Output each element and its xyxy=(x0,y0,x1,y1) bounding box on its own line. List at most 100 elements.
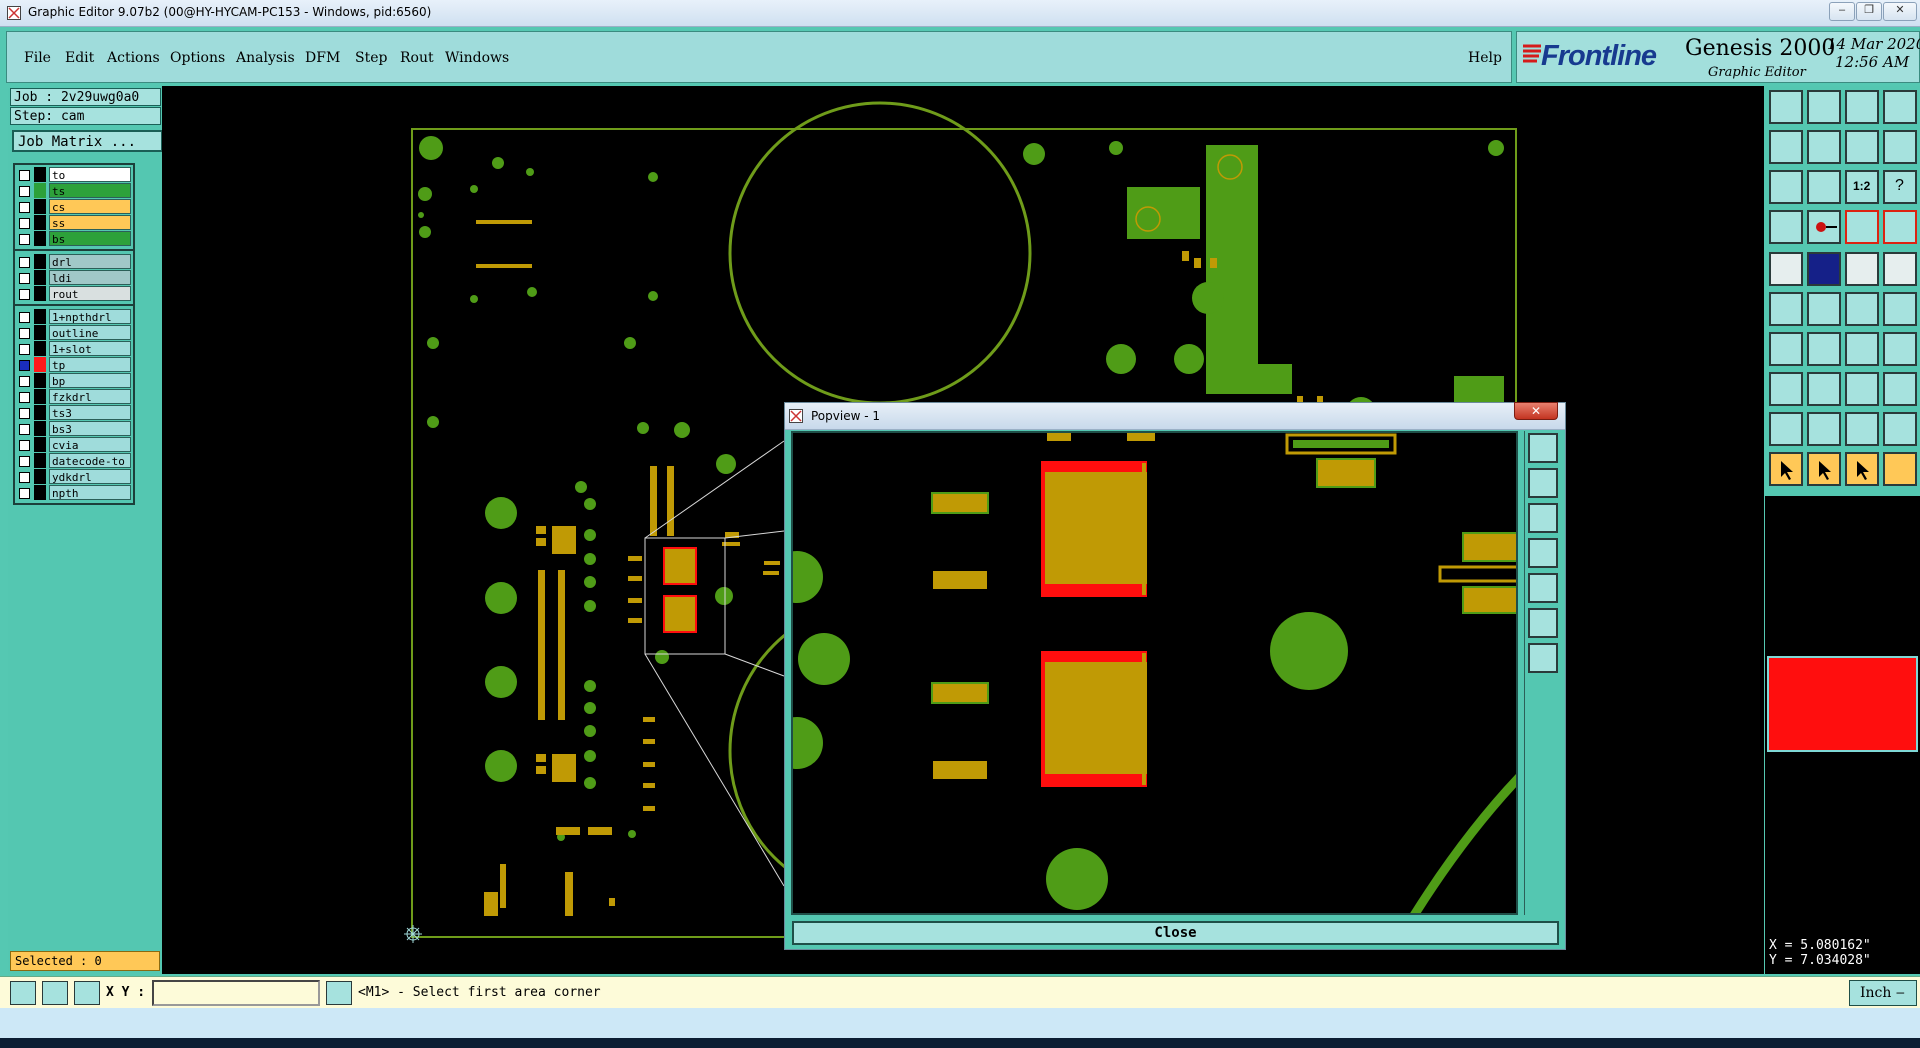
layer-row[interactable]: ss xyxy=(15,215,133,230)
tool-probe-icon[interactable] xyxy=(1807,210,1841,244)
tool-select-icon[interactable] xyxy=(1769,452,1803,486)
menu-rout[interactable]: Rout xyxy=(400,50,434,66)
layer-name[interactable]: npth xyxy=(49,485,131,500)
layer-checkbox[interactable] xyxy=(19,234,30,245)
layer-row[interactable]: bs3 xyxy=(15,421,133,436)
tool-window-icon[interactable] xyxy=(1883,90,1917,124)
layer-checkbox[interactable] xyxy=(19,392,30,403)
layer-row[interactable]: rout xyxy=(15,286,133,301)
layer-checkbox[interactable] xyxy=(19,218,30,229)
overview-map[interactable] xyxy=(1767,656,1918,752)
layer-checkbox[interactable] xyxy=(19,472,30,483)
layer-checkbox[interactable] xyxy=(19,360,30,371)
layer-name[interactable]: ldi xyxy=(49,270,131,285)
layer-checkbox[interactable] xyxy=(19,186,30,197)
popview-pan-left-icon[interactable] xyxy=(1528,538,1558,568)
menu-analysis[interactable]: Analysis xyxy=(236,50,295,66)
menu-edit[interactable]: Edit xyxy=(65,50,94,66)
layer-name[interactable]: datecode-to xyxy=(49,453,131,468)
tool-triangle3-icon[interactable] xyxy=(1845,412,1879,446)
layer-name[interactable]: to xyxy=(49,167,131,182)
tool-pan-left-icon[interactable] xyxy=(1769,130,1803,164)
layer-row[interactable]: tp xyxy=(15,357,133,372)
tool-net-icon[interactable] xyxy=(1845,210,1879,244)
minimize-button[interactable]: – xyxy=(1829,2,1855,21)
layer-name[interactable]: ts xyxy=(49,183,131,198)
layer-row[interactable]: cvia xyxy=(15,437,133,452)
popview-pan-right-icon[interactable] xyxy=(1528,573,1558,603)
tool-select-area-icon[interactable] xyxy=(1883,452,1917,486)
layer-name[interactable]: ts3 xyxy=(49,405,131,420)
layer-checkbox[interactable] xyxy=(19,488,30,499)
menu-dfm[interactable]: DFM xyxy=(305,50,340,66)
layer-row[interactable]: ydkdrl xyxy=(15,469,133,484)
layer-row[interactable]: fzkdrl xyxy=(15,389,133,404)
tool-triangle4-icon[interactable] xyxy=(1883,412,1917,446)
tool-triangle2-icon[interactable] xyxy=(1807,412,1841,446)
layer-row[interactable]: datecode-to xyxy=(15,453,133,468)
layer-checkbox[interactable] xyxy=(19,170,30,181)
layer-row[interactable]: bs xyxy=(15,231,133,246)
tool-fit-all-icon[interactable] xyxy=(1807,170,1841,204)
layer-checkbox[interactable] xyxy=(19,202,30,213)
popview-close-button[interactable]: Close xyxy=(792,921,1559,945)
maximize-button[interactable]: ❐ xyxy=(1856,2,1882,21)
units-select[interactable]: Inch ‒ xyxy=(1849,980,1917,1006)
layer-row[interactable]: ts xyxy=(15,183,133,198)
popview-close-x-button[interactable]: ✕ xyxy=(1514,402,1558,420)
tool-arc-icon[interactable] xyxy=(1807,252,1841,286)
tool-pan-right-icon[interactable] xyxy=(1807,130,1841,164)
tool-zoom-home-icon[interactable] xyxy=(1769,90,1803,124)
tool-connect-icon[interactable] xyxy=(1769,292,1803,326)
tool-text-icon[interactable] xyxy=(1883,332,1917,366)
menu-actions[interactable]: Actions xyxy=(107,50,160,66)
menu-file[interactable]: File xyxy=(24,50,51,66)
popview-fit-width-icon[interactable] xyxy=(1528,643,1558,673)
tool-triangle-icon[interactable] xyxy=(1769,412,1803,446)
layer-checkbox[interactable] xyxy=(19,273,30,284)
layer-row[interactable]: outline xyxy=(15,325,133,340)
popview-zoom-view[interactable] xyxy=(793,433,1518,915)
tool-cross-icon[interactable] xyxy=(1807,292,1841,326)
layer-checkbox[interactable] xyxy=(19,440,30,451)
layer-name[interactable]: bs3 xyxy=(49,421,131,436)
tool-angle-icon[interactable] xyxy=(1769,332,1803,366)
tool-home-icon[interactable] xyxy=(1845,90,1879,124)
layer-row[interactable]: npth xyxy=(15,485,133,500)
popview-fit-icon[interactable] xyxy=(1528,608,1558,638)
layer-row[interactable]: 1+slot xyxy=(15,341,133,356)
tool-move-icon[interactable] xyxy=(1769,372,1803,406)
layer-name[interactable]: 1+npthdrl xyxy=(49,309,131,324)
tool-help-icon[interactable]: ? xyxy=(1883,170,1917,204)
layer-name[interactable]: cs xyxy=(49,199,131,214)
layer-row[interactable]: ts3 xyxy=(15,405,133,420)
job-matrix-button[interactable]: Job Matrix ... xyxy=(12,130,163,152)
menu-step[interactable]: Step xyxy=(355,50,387,66)
tool-pad-icon[interactable] xyxy=(1769,252,1803,286)
tool-redraw-icon[interactable] xyxy=(1845,130,1879,164)
status-measure-icon[interactable] xyxy=(42,981,68,1005)
tool-measure-icon[interactable] xyxy=(1769,210,1803,244)
layer-name[interactable]: outline xyxy=(49,325,131,340)
layer-name[interactable]: rout xyxy=(49,286,131,301)
layer-checkbox[interactable] xyxy=(19,456,30,467)
layer-checkbox[interactable] xyxy=(19,328,30,339)
tool-circle-icon[interactable] xyxy=(1883,252,1917,286)
tool-curve-icon[interactable] xyxy=(1845,332,1879,366)
layer-row[interactable]: 1+npthdrl xyxy=(15,309,133,324)
status-grid-icon[interactable] xyxy=(74,981,100,1005)
layer-row[interactable]: cs xyxy=(15,199,133,214)
menu-options[interactable]: Options xyxy=(170,50,225,66)
layer-name[interactable]: ss xyxy=(49,215,131,230)
layer-checkbox[interactable] xyxy=(19,344,30,355)
layer-checkbox[interactable] xyxy=(19,289,30,300)
layer-name[interactable]: cvia xyxy=(49,437,131,452)
layer-checkbox[interactable] xyxy=(19,408,30,419)
layer-checkbox[interactable] xyxy=(19,424,30,435)
popview-canvas[interactable] xyxy=(791,431,1518,915)
popview-zoom-in-icon[interactable] xyxy=(1528,468,1558,498)
tool-snap-icon[interactable] xyxy=(1883,130,1917,164)
xy-input[interactable] xyxy=(152,980,320,1006)
popview-zoom-icon[interactable] xyxy=(1528,433,1558,463)
layer-name[interactable]: 1+slot xyxy=(49,341,131,356)
